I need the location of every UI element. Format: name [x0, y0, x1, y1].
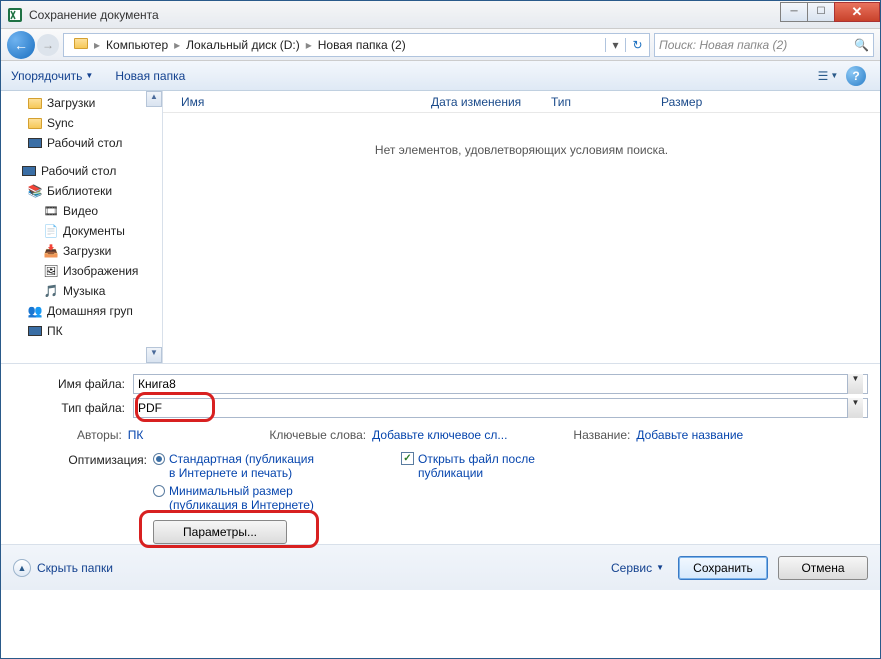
breadcrumb-seg-2[interactable]: Новая папка (2) [312, 38, 412, 52]
column-name[interactable]: Имя [173, 95, 423, 109]
new-folder-button[interactable]: Новая папка [115, 69, 185, 83]
keywords-value[interactable]: Добавьте ключевое сл... [372, 428, 507, 442]
title-value[interactable]: Добавьте название [636, 428, 743, 442]
bottom-panel: Имя файла: Книга8▼ Тип файла: PDF▼ Автор… [1, 363, 880, 544]
search-placeholder: Поиск: Новая папка (2) [659, 38, 787, 52]
open-after-checkbox[interactable]: ✓ [401, 452, 414, 465]
sidebar-item-downloads[interactable]: Загрузки [1, 93, 162, 113]
filetype-dropdown-icon[interactable]: ▼ [847, 398, 863, 418]
back-button[interactable]: ← [7, 31, 35, 59]
search-icon[interactable]: 🔍 [854, 38, 869, 52]
organize-button[interactable]: Упорядочить▼ [11, 69, 93, 83]
cancel-button[interactable]: Отмена [778, 556, 868, 580]
video-icon: 🎞 [43, 204, 59, 218]
breadcrumb-seg-0[interactable]: Компьютер [100, 38, 174, 52]
help-button[interactable]: ? [842, 65, 870, 87]
sidebar-item-sync[interactable]: Sync [1, 113, 162, 133]
authors-value[interactable]: ПК [128, 428, 144, 442]
breadcrumb-dropdown-icon[interactable]: ▾ [605, 38, 625, 52]
forward-button[interactable]: → [37, 34, 59, 56]
keywords-label: Ключевые слова: [269, 428, 366, 442]
titlebar: Сохранение документа ─ ☐ ✕ [1, 1, 880, 29]
breadcrumb-seg-1[interactable]: Локальный диск (D:) [180, 38, 306, 52]
sidebar-item-downloads2[interactable]: 📥Загрузки [1, 241, 162, 261]
sidebar-scroll-up[interactable]: ▲ [146, 91, 162, 107]
sidebar-item-music[interactable]: 🎵Музыка [1, 281, 162, 301]
title-label: Название: [573, 428, 630, 442]
radio-standard[interactable]: Стандартная (публикация в Интернете и пе… [153, 452, 353, 480]
view-mode-button[interactable]: ☰▼ [814, 65, 842, 87]
filename-dropdown-icon[interactable]: ▼ [847, 374, 863, 394]
sidebar-item-documents[interactable]: 📄Документы [1, 221, 162, 241]
filename-input[interactable]: Книга8▼ [133, 374, 868, 394]
params-button[interactable]: Параметры... [153, 520, 287, 544]
column-headers: Имя Дата изменения Тип Размер [163, 91, 880, 113]
footer: ▲ Скрыть папки Сервис▼ Сохранить Отмена [1, 544, 880, 590]
column-date[interactable]: Дата изменения [423, 95, 543, 109]
column-size[interactable]: Размер [653, 95, 711, 109]
downloads-icon: 📥 [43, 244, 59, 258]
main-area: ▲ Загрузки Sync Рабочий стол Рабочий сто… [1, 91, 880, 363]
toolbar: Упорядочить▼ Новая папка ☰▼ ? [1, 61, 880, 91]
minimize-button[interactable]: ─ [780, 2, 808, 22]
libraries-icon: 📚 [27, 184, 43, 198]
save-button[interactable]: Сохранить [678, 556, 768, 580]
filetype-label: Тип файла: [13, 401, 133, 415]
sidebar-item-images[interactable]: 🖼Изображения [1, 261, 162, 281]
chevron-up-icon: ▲ [13, 559, 31, 577]
documents-icon: 📄 [43, 224, 59, 238]
save-dialog-window: Сохранение документа ─ ☐ ✕ ← → ▸ Компьют… [0, 0, 881, 659]
radio-minimal[interactable]: Минимальный размер (публикация в Интерне… [153, 484, 353, 512]
refresh-icon[interactable]: ↻ [625, 38, 649, 52]
breadcrumb[interactable]: ▸ Компьютер ▸ Локальный диск (D:) ▸ Нова… [63, 33, 650, 57]
app-icon [7, 7, 23, 23]
sidebar-item-libraries[interactable]: 📚Библиотеки [1, 181, 162, 201]
breadcrumb-root-icon[interactable] [68, 38, 94, 52]
service-button[interactable]: Сервис▼ [611, 561, 664, 575]
sidebar-item-desktop-root[interactable]: Рабочий стол [1, 161, 162, 181]
sidebar-scroll-down[interactable]: ▼ [146, 347, 162, 363]
radio-standard-dot[interactable] [153, 453, 165, 465]
music-icon: 🎵 [43, 284, 59, 298]
maximize-button[interactable]: ☐ [807, 2, 835, 22]
window-title: Сохранение документа [29, 8, 781, 22]
empty-message: Нет элементов, удовлетворяющих условиям … [163, 143, 880, 157]
open-after-label: Открыть файл после публикации [418, 452, 558, 544]
column-type[interactable]: Тип [543, 95, 653, 109]
sidebar-item-pc[interactable]: ПК [1, 321, 162, 341]
filename-label: Имя файла: [13, 377, 133, 391]
file-list: Имя Дата изменения Тип Размер Нет элемен… [163, 91, 880, 363]
images-icon: 🖼 [43, 264, 59, 278]
navigation-bar: ← → ▸ Компьютер ▸ Локальный диск (D:) ▸ … [1, 29, 880, 61]
sidebar: ▲ Загрузки Sync Рабочий стол Рабочий сто… [1, 91, 163, 363]
homegroup-icon: 👥 [27, 304, 43, 318]
search-input[interactable]: Поиск: Новая папка (2) 🔍 [654, 33, 874, 57]
filetype-select[interactable]: PDF▼ [133, 398, 868, 418]
hide-folders-button[interactable]: ▲ Скрыть папки [13, 559, 113, 577]
optimize-label: Оптимизация: [63, 452, 153, 544]
sidebar-item-video[interactable]: 🎞Видео [1, 201, 162, 221]
sidebar-item-desktop[interactable]: Рабочий стол [1, 133, 162, 153]
authors-label: Авторы: [77, 428, 122, 442]
radio-minimal-dot[interactable] [153, 485, 165, 497]
close-button[interactable]: ✕ [834, 2, 880, 22]
sidebar-item-homegroup[interactable]: 👥Домашняя груп [1, 301, 162, 321]
